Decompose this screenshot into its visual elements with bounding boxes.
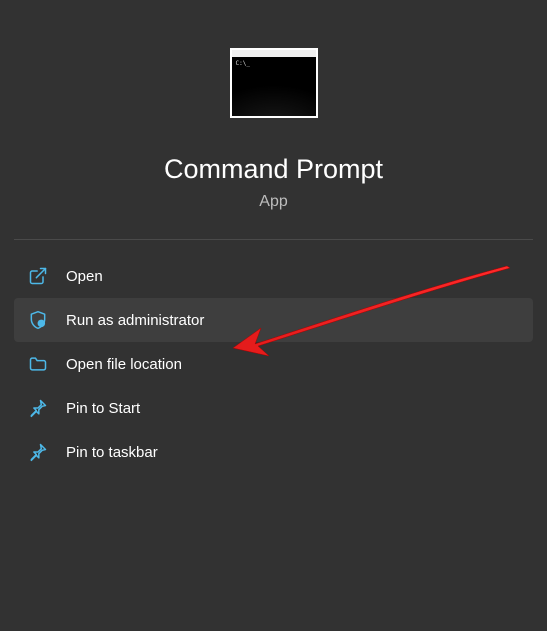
menu-item-open-file-location[interactable]: Open file location [14, 342, 533, 386]
context-menu: Open Run as administrator Open file loca… [0, 240, 547, 488]
menu-item-pin-to-taskbar[interactable]: Pin to taskbar [14, 430, 533, 474]
app-title: Command Prompt [164, 154, 383, 185]
shield-icon [28, 310, 48, 330]
app-subtitle: App [259, 193, 287, 211]
menu-item-label: Open [66, 268, 103, 285]
app-header: Command Prompt App [0, 0, 547, 239]
pin-icon [28, 398, 48, 418]
menu-item-label: Run as administrator [66, 312, 204, 329]
app-icon-titlebar [232, 50, 316, 57]
menu-item-run-as-administrator[interactable]: Run as administrator [14, 298, 533, 342]
menu-item-pin-to-start[interactable]: Pin to Start [14, 386, 533, 430]
external-link-icon [28, 266, 48, 286]
folder-icon [28, 354, 48, 374]
menu-item-open[interactable]: Open [14, 254, 533, 298]
menu-item-label: Open file location [66, 356, 182, 373]
pin-icon [28, 442, 48, 462]
app-icon-body [232, 57, 316, 116]
menu-item-label: Pin to Start [66, 400, 140, 417]
app-icon [230, 48, 318, 118]
menu-item-label: Pin to taskbar [66, 444, 158, 461]
